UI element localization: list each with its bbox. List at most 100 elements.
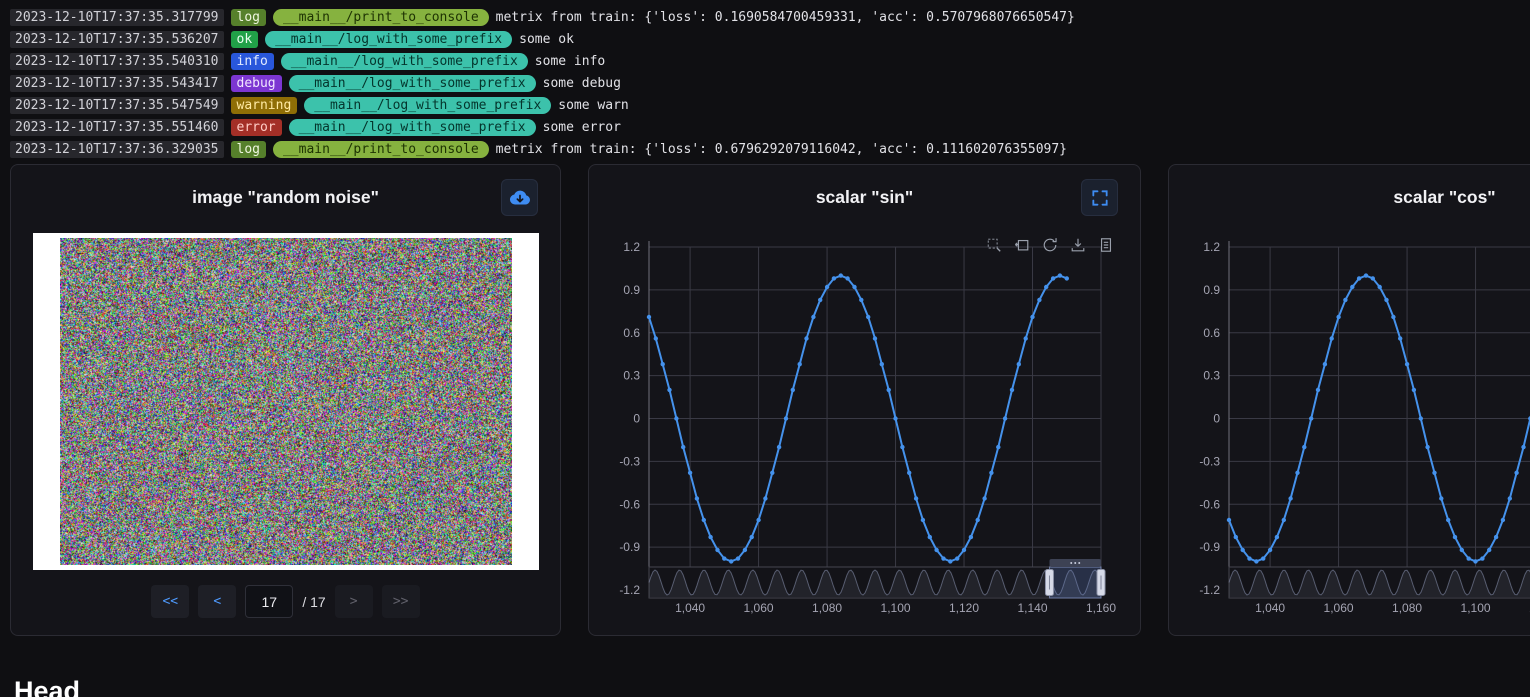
- pager-prev-button[interactable]: <: [198, 585, 236, 618]
- log-timestamp: 2023-12-10T17:37:35.536207: [10, 31, 224, 48]
- log-module-pill: __main__/print_to_console: [273, 9, 489, 26]
- fullscreen-icon: [1090, 188, 1110, 208]
- svg-text:1,060: 1,060: [744, 601, 774, 615]
- svg-text:-0.9: -0.9: [1199, 540, 1220, 554]
- svg-text:1,140: 1,140: [1017, 601, 1047, 615]
- cos-card-header: scalar "cos": [1169, 165, 1530, 229]
- svg-text:1,060: 1,060: [1324, 601, 1354, 615]
- log-level-badge: info: [231, 53, 274, 70]
- log-row: 2023-12-10T17:37:35.540310 info __main__/l…: [10, 50, 1530, 72]
- svg-text:-0.6: -0.6: [1199, 497, 1220, 511]
- image-pager: << < / 17 > >>: [11, 585, 560, 618]
- svg-text:-0.3: -0.3: [619, 454, 640, 468]
- footer-section-heading: Head: [14, 676, 1530, 697]
- log-module-pill: __main__/log_with_some_prefix: [304, 97, 551, 114]
- image-card-header: image "random noise": [11, 165, 560, 229]
- log-level-badge: ok: [231, 31, 259, 48]
- svg-text:1,080: 1,080: [812, 601, 842, 615]
- log-row: 2023-12-10T17:37:35.543417 debug __main__/…: [10, 72, 1530, 94]
- svg-text:0.9: 0.9: [1203, 283, 1220, 297]
- log-timestamp: 2023-12-10T17:37:36.329035: [10, 141, 224, 158]
- log-timestamp: 2023-12-10T17:37:35.551460: [10, 119, 224, 136]
- log-timestamp: 2023-12-10T17:37:35.547549: [10, 97, 224, 114]
- svg-text:1.2: 1.2: [1203, 240, 1220, 254]
- log-message: some ok: [519, 32, 574, 47]
- log-row: 2023-12-10T17:37:35.536207 ok __main__/log…: [10, 28, 1530, 50]
- svg-text:0.9: 0.9: [623, 283, 640, 297]
- svg-text:-1.2: -1.2: [619, 583, 640, 597]
- image-card: image "random noise" << < / 17 > >>: [10, 164, 561, 636]
- scalar-sin-card: scalar "sin" 1.2 0.9 0.6 0.3 0 -0.3 -0.6 -0.9 -1…: [588, 164, 1141, 636]
- chart-toolbox: [986, 237, 1114, 253]
- log-timestamp: 2023-12-10T17:37:35.317799: [10, 9, 224, 26]
- log-level-badge: log: [231, 141, 266, 158]
- log-row: 2023-12-10T17:37:35.547549 warning __main_…: [10, 94, 1530, 116]
- log-message: metrix from train: {'loss': 0.6796292079…: [496, 142, 1067, 157]
- pager-total-label: / 17: [302, 594, 325, 610]
- log-message: metrix from train: {'loss': 0.1690584700…: [496, 10, 1075, 25]
- svg-text:1,040: 1,040: [1255, 601, 1285, 615]
- log-module-pill: __main__/print_to_console: [273, 141, 489, 158]
- svg-text:1,080: 1,080: [1392, 601, 1422, 615]
- log-row: 2023-12-10T17:37:36.329035 log __main__/pr…: [10, 138, 1530, 160]
- svg-text:0: 0: [633, 412, 640, 426]
- datazoom-window[interactable]: [1049, 567, 1101, 598]
- cos-chart: 1.2 0.9 0.6 0.3 0 -0.3 -0.6 -0.9 -1.2 1,040 1,060 1…: [1191, 233, 1530, 625]
- pager-page-input[interactable]: [245, 585, 293, 618]
- restore-icon[interactable]: [1042, 237, 1058, 253]
- svg-text:1,100: 1,100: [1461, 601, 1491, 615]
- svg-text:0: 0: [1213, 412, 1220, 426]
- svg-text:0.6: 0.6: [623, 326, 640, 340]
- log-level-badge: error: [231, 119, 282, 136]
- log-module-pill: __main__/log_with_some_prefix: [289, 75, 536, 92]
- log-message: some error: [543, 120, 621, 135]
- pager-next-button[interactable]: >: [335, 585, 373, 618]
- svg-text:1,120: 1,120: [949, 601, 979, 615]
- log-message: some warn: [558, 98, 628, 113]
- sin-chart-body: 1.20.90.60.30-0.3-0.6-0.9-1.21,0401,0601…: [589, 233, 1140, 625]
- scalar-cos-card: scalar "cos" 1.2 0.9 0.6 0.3 0 -0.3 -0.6 -0.9 -1…: [1168, 164, 1530, 636]
- pager-last-button[interactable]: >>: [382, 585, 420, 618]
- save-image-icon[interactable]: [1070, 237, 1086, 253]
- cards-row: image "random noise" << < / 17 > >>: [0, 164, 1530, 636]
- noise-image-frame: [33, 233, 539, 570]
- log-timestamp: 2023-12-10T17:37:35.543417: [10, 75, 224, 92]
- log-panel: 2023-12-10T17:37:35.317799 log __main__/pr…: [0, 0, 1530, 160]
- sin-card-header: scalar "sin": [589, 165, 1140, 229]
- log-level-badge: log: [231, 9, 266, 26]
- log-module-pill: __main__/log_with_some_prefix: [265, 31, 512, 48]
- svg-text:0.3: 0.3: [623, 369, 640, 383]
- log-level-badge: debug: [231, 75, 282, 92]
- sin-card-title: scalar "sin": [816, 187, 913, 208]
- zoom-reset-icon[interactable]: [1014, 237, 1030, 253]
- cos-card-title: scalar "cos": [1393, 187, 1495, 208]
- sin-chart: 1.20.90.60.30-0.3-0.6-0.9-1.21,0401,0601…: [611, 233, 1131, 625]
- log-module-pill: __main__/log_with_some_prefix: [289, 119, 536, 136]
- svg-text:-1.2: -1.2: [1199, 583, 1220, 597]
- area-zoom-icon[interactable]: [986, 237, 1002, 253]
- page: 2023-12-10T17:37:35.317799 log __main__/pr…: [0, 0, 1530, 697]
- svg-text:0.3: 0.3: [1203, 369, 1220, 383]
- image-card-title: image "random noise": [192, 187, 379, 208]
- fullscreen-button[interactable]: [1081, 179, 1118, 216]
- log-message: some debug: [543, 76, 621, 91]
- data-view-icon[interactable]: [1098, 237, 1114, 253]
- svg-text:-0.9: -0.9: [619, 540, 640, 554]
- log-row: 2023-12-10T17:37:35.551460 error __main__/…: [10, 116, 1530, 138]
- noise-image: [60, 238, 512, 565]
- svg-text:-0.3: -0.3: [1199, 454, 1220, 468]
- log-row: 2023-12-10T17:37:35.317799 log __main__/pr…: [10, 6, 1530, 28]
- svg-text:1,100: 1,100: [881, 601, 911, 615]
- log-message: some info: [535, 54, 605, 69]
- cos-chart-body: 1.2 0.9 0.6 0.3 0 -0.3 -0.6 -0.9 -1.2 1,040 1,060 1…: [1169, 233, 1530, 625]
- cloud-download-icon: [508, 186, 532, 210]
- pager-first-button[interactable]: <<: [151, 585, 189, 618]
- log-timestamp: 2023-12-10T17:37:35.540310: [10, 53, 224, 70]
- svg-text:0.6: 0.6: [1203, 326, 1220, 340]
- svg-text:-0.6: -0.6: [619, 497, 640, 511]
- cloud-download-button[interactable]: [501, 179, 538, 216]
- log-module-pill: __main__/log_with_some_prefix: [281, 53, 528, 70]
- log-level-badge: warning: [231, 97, 298, 114]
- svg-text:1.2: 1.2: [623, 240, 640, 254]
- svg-text:1,160: 1,160: [1086, 601, 1116, 615]
